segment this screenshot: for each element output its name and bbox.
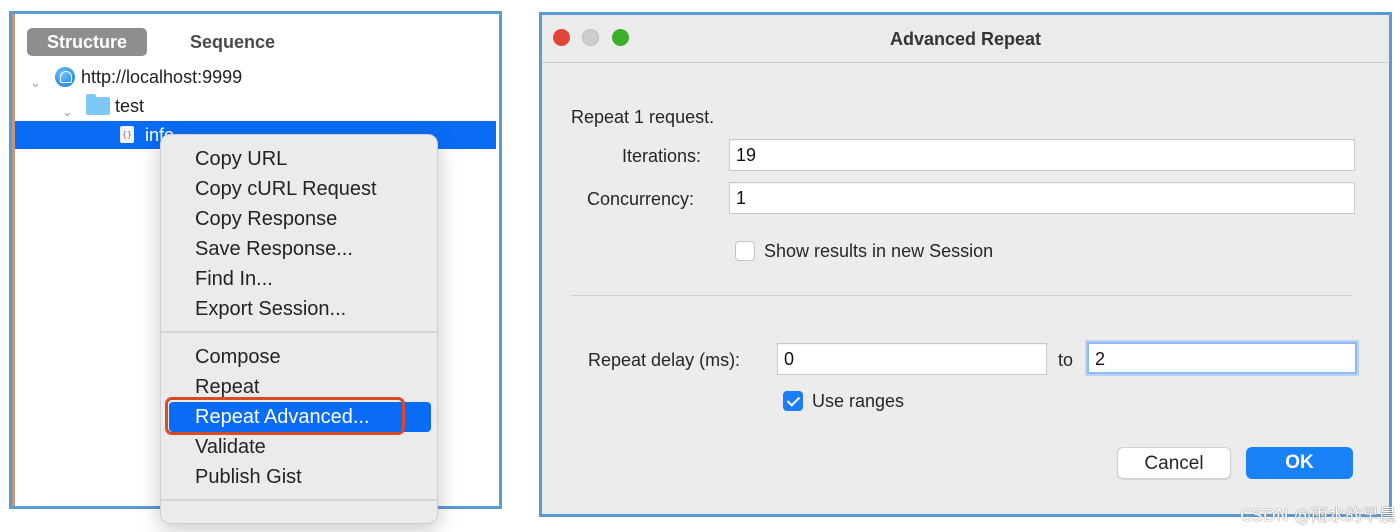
globe-icon	[55, 67, 75, 87]
tab-sequence[interactable]: Sequence	[170, 28, 295, 56]
to-label: to	[1058, 350, 1074, 370]
ok-button[interactable]: OK	[1246, 447, 1353, 479]
menu-item-publish-gist[interactable]: Publish Gist	[161, 462, 437, 492]
show-results-checkbox[interactable]	[735, 241, 755, 261]
view-tab-bar: Structure Sequence	[15, 14, 499, 62]
use-ranges-label: Use ranges	[812, 391, 905, 411]
summary-text: Repeat 1 request.	[571, 107, 715, 127]
use-ranges-checkbox[interactable]	[783, 391, 803, 411]
watermark-text: CSDN @雨水的早晨	[1240, 506, 1396, 526]
menu-item-copy-url[interactable]: Copy URL	[161, 144, 437, 174]
chevron-down-icon[interactable]: ⌄	[62, 98, 74, 119]
menu-item-find-in[interactable]: Find In...	[161, 264, 437, 294]
tree-item-label: test	[115, 96, 145, 116]
menu-item-export-session[interactable]: Export Session...	[161, 294, 437, 324]
menu-separator	[161, 331, 437, 333]
tree-item-host[interactable]: ⌄ http://localhost:9999	[15, 63, 496, 91]
menu-item-save-response[interactable]: Save Response...	[161, 234, 437, 264]
tree-item-folder[interactable]: ⌄ test	[15, 92, 496, 120]
concurrency-label: Concurrency:	[587, 189, 695, 209]
iterations-input[interactable]: 19	[729, 139, 1355, 171]
context-menu: Copy URL Copy cURL Request Copy Response…	[160, 134, 438, 524]
advanced-repeat-dialog: Advanced Repeat Repeat 1 request. Iterat…	[539, 12, 1392, 517]
chevron-down-icon[interactable]: ⌄	[30, 69, 42, 90]
tab-structure[interactable]: Structure	[27, 28, 148, 56]
menu-item-validate[interactable]: Validate	[161, 432, 437, 462]
folder-icon	[86, 94, 110, 115]
repeat-delay-to-input[interactable]: 2	[1087, 342, 1357, 374]
show-results-label: Show results in new Session	[764, 241, 994, 261]
iterations-label: Iterations:	[622, 146, 702, 166]
menu-item-copy-response[interactable]: Copy Response	[161, 204, 437, 234]
dialog-title: Advanced Repeat	[889, 29, 1042, 49]
dialog-titlebar: Advanced Repeat	[542, 15, 1389, 63]
menu-item-compose[interactable]: Compose	[161, 342, 437, 372]
annotation-highlight-box	[165, 397, 405, 435]
tree-item-label: http://localhost:9999	[81, 67, 243, 87]
repeat-delay-from-input[interactable]: 0	[777, 343, 1047, 375]
menu-separator	[161, 499, 437, 501]
menu-item-copy-curl[interactable]: Copy cURL Request	[161, 174, 437, 204]
json-file-icon: {}	[120, 126, 134, 143]
concurrency-input[interactable]: 1	[729, 182, 1355, 214]
repeat-delay-label: Repeat delay (ms):	[588, 350, 741, 370]
cancel-button[interactable]: Cancel	[1117, 447, 1231, 479]
divider	[571, 295, 1352, 296]
